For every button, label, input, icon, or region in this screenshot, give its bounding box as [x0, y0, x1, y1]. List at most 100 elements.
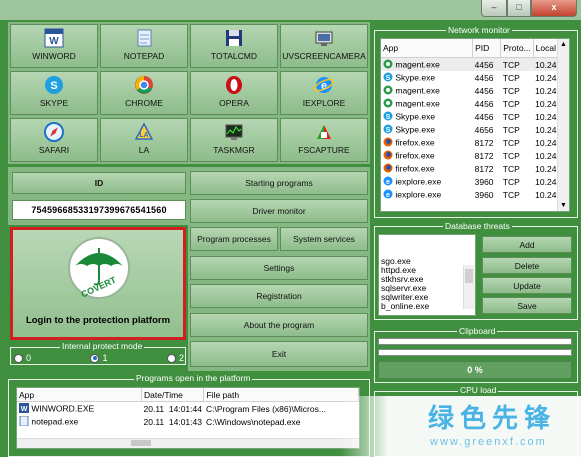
network-monitor-list[interactable]: App PID Proto... Local magent.exe 4456 TCP…	[380, 38, 570, 212]
minimize-button[interactable]: –	[481, 0, 507, 17]
fscapture-icon	[314, 122, 334, 142]
column-header-path[interactable]: File path	[203, 388, 359, 402]
system-services-button[interactable]: System services	[280, 227, 368, 251]
registration-button[interactable]: Registration	[190, 284, 368, 308]
app-button-opera[interactable]: OPERA	[190, 71, 278, 115]
local-cell: 10.24	[535, 111, 557, 122]
maximize-button[interactable]: □	[507, 0, 531, 17]
driver-monitor-button[interactable]: Driver monitor	[190, 199, 368, 223]
covert-umbrella-logo: COVERT	[67, 236, 131, 300]
pid-cell: 4456	[474, 72, 494, 83]
app-button-safari[interactable]: SAFARI	[10, 118, 98, 162]
scroll-thumb[interactable]	[131, 440, 151, 446]
settings-button[interactable]: Settings	[190, 256, 368, 280]
pid-cell: 4456	[474, 111, 494, 122]
app-button-label: SKYPE	[39, 98, 69, 108]
proto-cell: TCP	[502, 150, 520, 161]
svg-text:S: S	[386, 127, 391, 134]
app-button-uvscreencamera[interactable]: UVSCREENCAMERA	[280, 24, 368, 68]
app-button-label: IEXPLORE	[302, 98, 346, 108]
pid-cell: 4656	[474, 124, 494, 135]
vertical-scrollbar[interactable]	[463, 265, 475, 309]
table-row[interactable]: e iexplore.exe 3960 TCP 10.24	[381, 175, 559, 188]
delete-threat-button[interactable]: Delete	[482, 257, 572, 274]
id-value: 75459668533197399676541560	[12, 200, 186, 220]
horizontal-scrollbar[interactable]	[17, 438, 359, 448]
clipboard-bar-2	[378, 349, 572, 356]
firefox-icon	[383, 163, 393, 175]
table-row[interactable]: e iexplore.exe 3960 TCP 10.24	[381, 188, 559, 201]
table-row[interactable]: magent.exe 4456 TCP 10.24	[381, 57, 559, 71]
update-threat-button[interactable]: Update	[482, 277, 572, 294]
table-row[interactable]: firefox.exe 8172 TCP 10.24	[381, 162, 559, 175]
column-header-pid[interactable]: PID	[472, 39, 502, 58]
table-row[interactable]: S Skype.exe 4456 TCP 10.24	[381, 71, 559, 84]
pid-cell: 3960	[474, 189, 494, 200]
database-threats-list[interactable]: sgo.exe httpd.exe stkhsrv.exe sqlservr.exe s…	[378, 234, 476, 316]
column-header-app[interactable]: App	[381, 39, 474, 58]
login-panel[interactable]: COVERT Login to the protection platform	[10, 227, 186, 340]
list-item[interactable]: b_online.exe	[381, 302, 463, 311]
datetime-cell: 20.11 14:01:44	[143, 403, 202, 414]
local-cell: 10.24	[535, 85, 557, 96]
app-button-winword[interactable]: W WINWORD	[10, 24, 98, 68]
table-row[interactable]: magent.exe 4456 TCP 10.24	[381, 84, 559, 97]
protect-mode-radio-1[interactable]: 1	[90, 352, 108, 364]
pid-cell: 8172	[474, 150, 494, 161]
skype-icon: S	[44, 75, 64, 95]
pid-cell: 4456	[472, 57, 501, 71]
column-header-local[interactable]: Local	[533, 39, 560, 58]
app-button-iexplore[interactable]: e IEXPLORE	[280, 71, 368, 115]
about-button[interactable]: About the program	[190, 313, 368, 337]
table-row[interactable]: S Skype.exe 4456 TCP 10.24	[381, 110, 559, 123]
app-button-taskmgr[interactable]: TASKMGR	[190, 118, 278, 162]
table-row[interactable]: firefox.exe 8172 TCP 10.24	[381, 136, 559, 149]
table-row[interactable]: firefox.exe 8172 TCP 10.24	[381, 149, 559, 162]
safari-icon	[44, 122, 64, 142]
close-button[interactable]: x	[531, 0, 577, 17]
path-cell: C:\Windows\notepad.exe	[205, 416, 301, 427]
table-row[interactable]: notepad.exe 20.11 14:01:43 C:\Windows\note…	[17, 415, 359, 428]
ie-icon: e	[314, 75, 334, 95]
column-header-proto[interactable]: Proto...	[500, 39, 534, 58]
skype-icon: S	[383, 72, 393, 84]
protect-mode-radio-2[interactable]: 2	[166, 352, 184, 364]
radio-circle-icon	[90, 353, 100, 363]
local-cell: 10.24	[535, 98, 557, 109]
program-processes-button[interactable]: Program processes	[190, 227, 278, 251]
table-row[interactable]: W WINWORD.EXE 20.11 14:01:44 C:\Program Fi…	[17, 402, 359, 416]
login-label: Login to the protection platform	[25, 315, 171, 326]
starting-programs-button[interactable]: Starting programs	[190, 171, 368, 195]
scroll-down-arrow[interactable]: ▼	[560, 202, 567, 209]
save-threat-button[interactable]: Save	[482, 297, 572, 314]
radio-label: 0	[26, 353, 32, 363]
exit-button[interactable]: Exit	[190, 341, 368, 367]
programs-open-list[interactable]: App Date/Time File path W WINWORD.EXE 20.…	[16, 387, 360, 449]
app-button-fscapture[interactable]: FSCAPTURE	[280, 118, 368, 162]
app-cell: magent.exe	[381, 57, 473, 71]
table-row[interactable]: S Skype.exe 4656 TCP 10.24	[381, 123, 559, 136]
column-header-date[interactable]: Date/Time	[141, 388, 205, 402]
app-button-totalcmd[interactable]: TOTALCMD	[190, 24, 278, 68]
pid-cell: 3960	[474, 176, 494, 187]
scroll-thumb[interactable]	[465, 269, 473, 283]
proto-cell: TCP	[502, 72, 520, 83]
column-header-app[interactable]: App	[17, 388, 142, 402]
add-threat-button[interactable]: Add	[482, 236, 572, 253]
skype-icon: S	[383, 124, 393, 136]
app-button-la[interactable]: LA LA	[100, 118, 188, 162]
proto-cell: TCP	[502, 124, 520, 135]
app-button-notepad[interactable]: NOTEPAD	[100, 24, 188, 68]
app-cell: e iexplore.exe	[381, 175, 473, 188]
table-row[interactable]: magent.exe 4456 TCP 10.24	[381, 97, 559, 110]
app-cell: firefox.exe	[381, 162, 473, 175]
app-button-skype[interactable]: S SKYPE	[10, 71, 98, 115]
scroll-up-arrow[interactable]: ▲	[560, 41, 567, 48]
vertical-scrollbar[interactable]: ▲ ▼	[557, 39, 569, 211]
app-button-label: TOTALCMD	[211, 51, 257, 61]
app-button-label: TASKMGR	[213, 145, 255, 155]
skype-icon: S	[383, 111, 393, 123]
cpu-load-title: CPU load	[458, 385, 499, 395]
protect-mode-radio-0[interactable]: 0	[14, 352, 31, 364]
app-button-chrome[interactable]: CHROME	[100, 71, 188, 115]
